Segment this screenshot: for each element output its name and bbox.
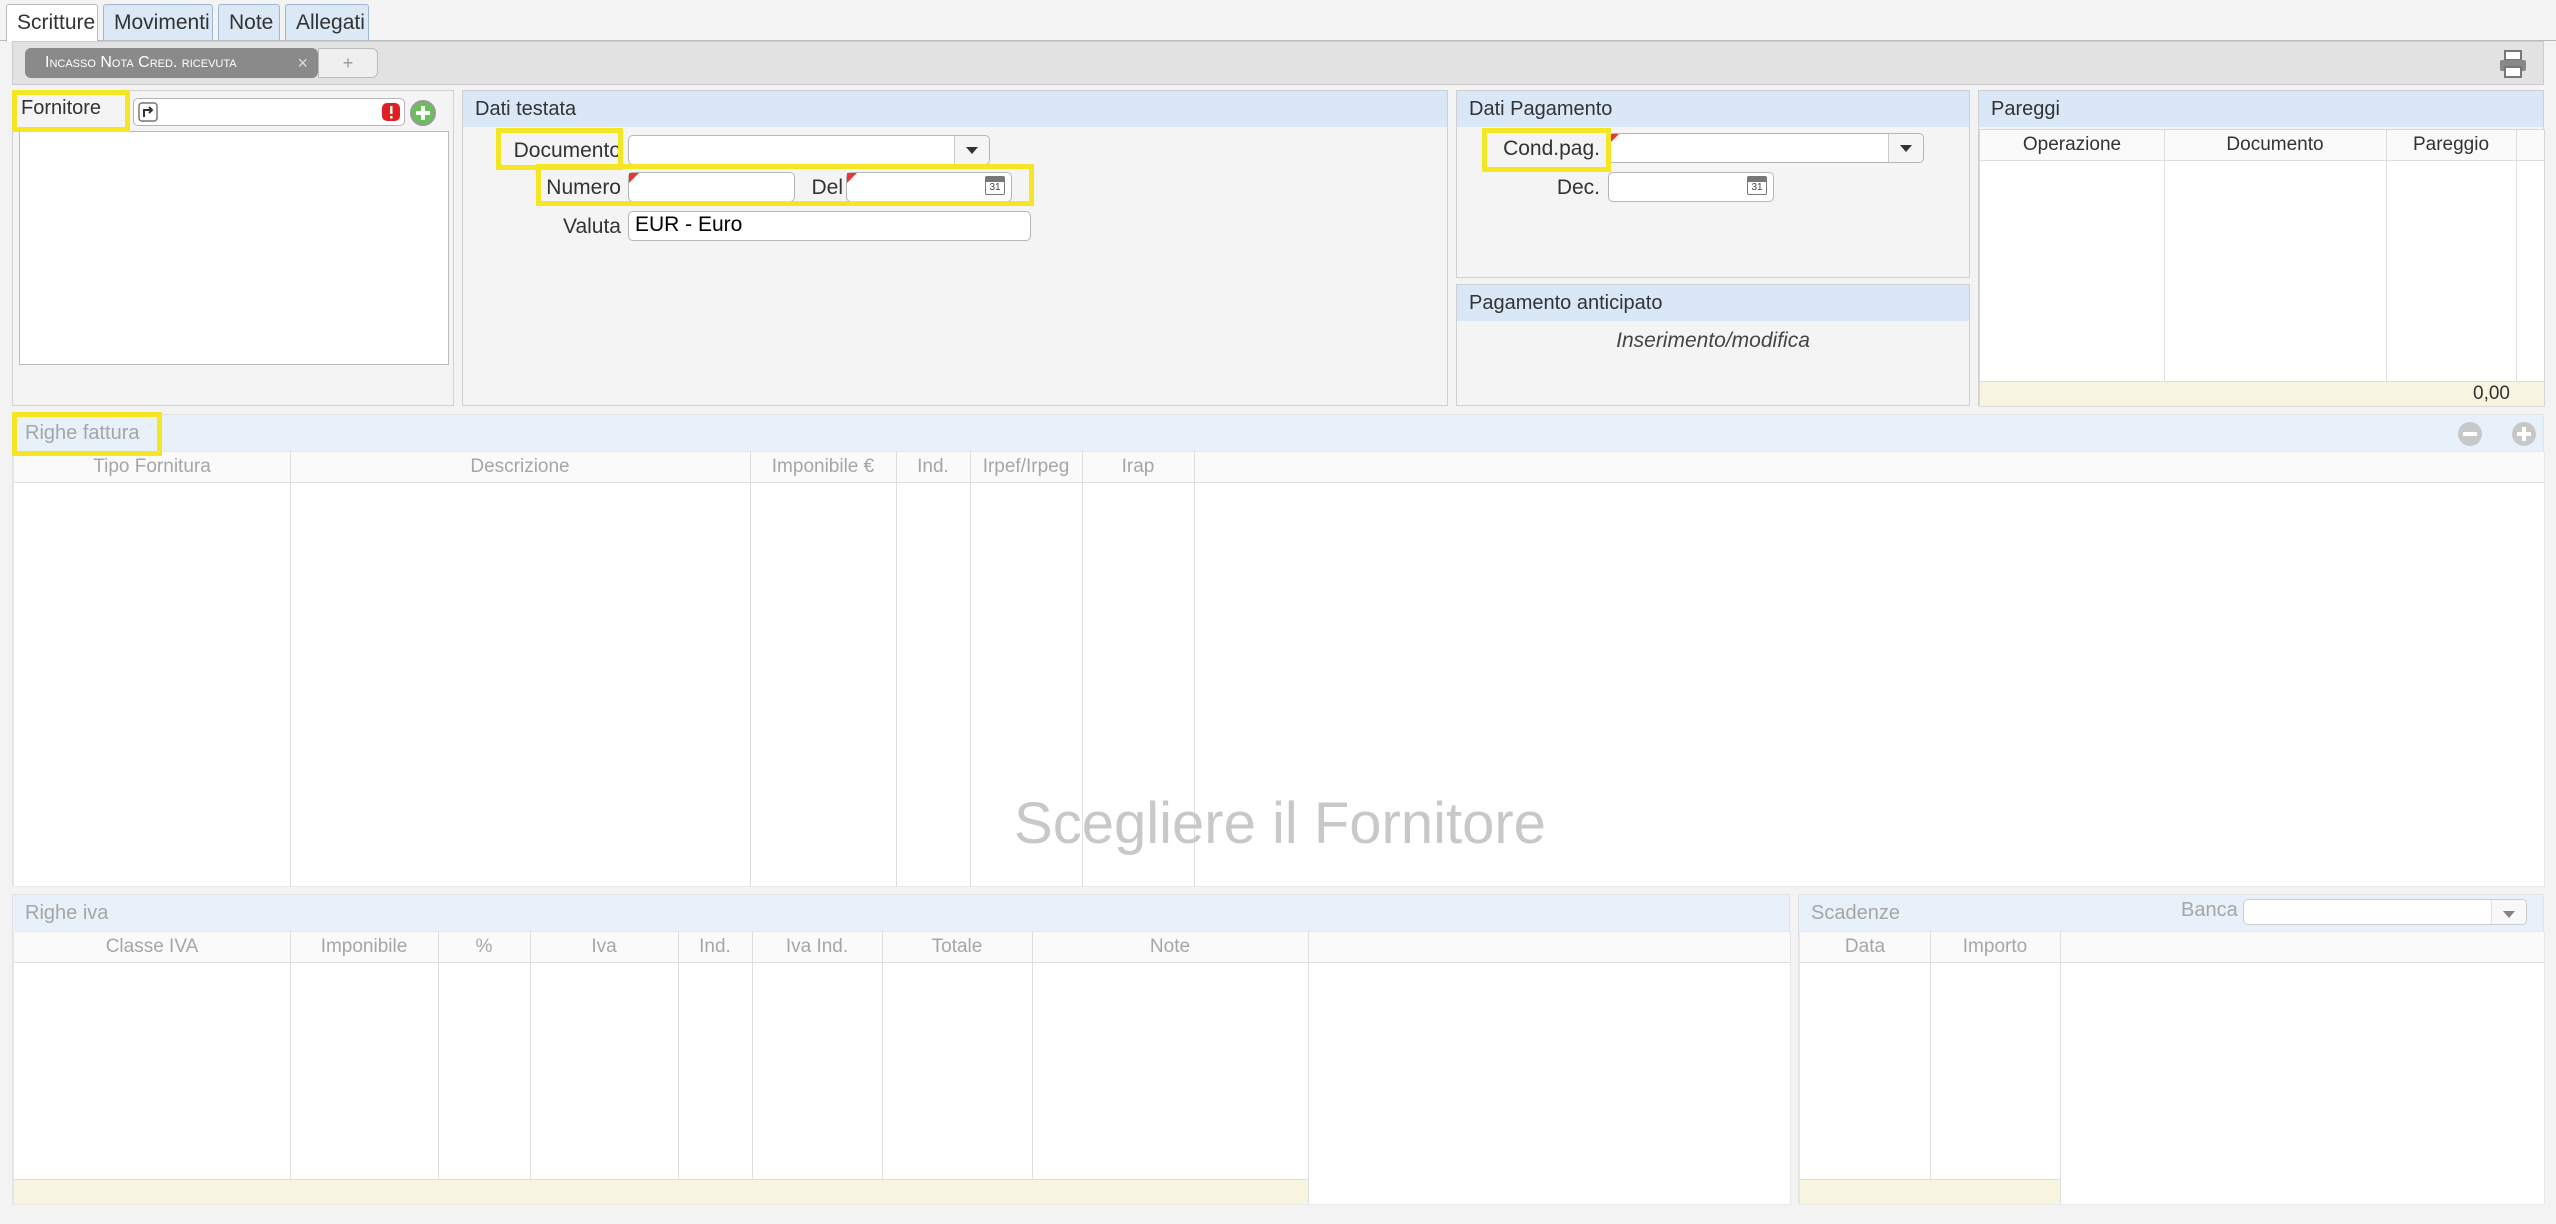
- fornitore-details-box: [19, 131, 449, 365]
- col-divider: [2164, 130, 2165, 382]
- righe-iva-footer: [14, 1179, 1308, 1204]
- col-irpef-irpeg: Irpef/Irpeg: [982, 456, 1070, 477]
- col-documento: Documento: [2226, 134, 2324, 155]
- col-divider: [1930, 932, 1931, 1204]
- righe-iva-title: Righe iva: [13, 895, 1789, 931]
- dec-label: Dec.: [1556, 176, 1600, 199]
- doc-type-label: Incasso Nota Cred. ricevuta: [45, 54, 237, 71]
- col-divider: [2060, 932, 2061, 1204]
- lookup-icon[interactable]: [137, 101, 159, 123]
- col-imponibile: Imponibile: [320, 936, 408, 957]
- col-divider: [678, 932, 679, 1204]
- col-iva: Iva: [591, 936, 617, 957]
- error-icon: [382, 103, 400, 121]
- banca-label: Banca: [2181, 899, 2238, 921]
- inserimento-modifica-link[interactable]: Inserimento/modifica: [1457, 329, 1969, 353]
- scadenze-grid: Data Importo: [1799, 931, 2545, 1205]
- highlight-fornitore: [12, 90, 130, 132]
- chevron-down-icon[interactable]: [1888, 134, 1923, 162]
- col-divider: [290, 932, 291, 1204]
- righe-iva-grid: Classe IVA Imponibile % Iva Ind. Iva Ind…: [13, 931, 1791, 1205]
- pareggi-title: Pareggi: [1979, 91, 2543, 127]
- calendar-icon[interactable]: 31: [1747, 176, 1767, 195]
- remove-row-icon[interactable]: [2457, 421, 2483, 447]
- tab-movimenti[interactable]: Movimenti: [103, 4, 213, 40]
- printer-icon[interactable]: [2497, 48, 2529, 80]
- valuta-label: Valuta: [563, 215, 621, 238]
- scadenze-panel: Scadenze Banca Data Importo: [1798, 894, 2545, 1205]
- pagamento-anticipato-panel: Pagamento anticipato Inserimento/modific…: [1456, 284, 1970, 406]
- tab-allegati[interactable]: Allegati: [285, 4, 369, 40]
- col-tipo-fornitura: Tipo Fornitura: [93, 456, 211, 477]
- cond-pag-select[interactable]: [1608, 133, 1924, 163]
- col-divider: [530, 932, 531, 1204]
- col-ind: Ind.: [699, 936, 731, 957]
- doc-type-tab[interactable]: Incasso Nota Cred. ricevuta ×: [25, 48, 318, 78]
- dec-date-input[interactable]: 31: [1608, 172, 1774, 202]
- pareggi-grid: Operazione Documento Pareggio 0,00: [1979, 129, 2545, 407]
- righe-fattura-panel: Righe fattura Tipo Fornitura Descrizione…: [12, 414, 2545, 887]
- col-classe-iva: Classe IVA: [105, 936, 199, 957]
- col-divider: [1032, 932, 1033, 1204]
- col-ind: Ind.: [917, 456, 949, 477]
- col-iva-ind: Iva Ind.: [785, 936, 849, 957]
- empty-placeholder: Scegliere il Fornitore: [1014, 791, 1546, 856]
- pareggi-panel: Pareggi Operazione Documento Pareggio 0,…: [1978, 90, 2545, 407]
- col-descrizione: Descrizione: [470, 456, 570, 477]
- document-toolbar: Incasso Nota Cred. ricevuta × +: [12, 41, 2544, 85]
- highlight-righe-fattura: [12, 412, 162, 456]
- fornitore-panel: Fornitore: [12, 90, 454, 406]
- col-irap: Irap: [1121, 456, 1155, 477]
- documento-select[interactable]: [628, 135, 990, 165]
- col-divider: [882, 932, 883, 1204]
- highlight-numero-del: [536, 164, 1034, 206]
- col-divider: [752, 932, 753, 1204]
- col-divider: [2516, 130, 2517, 406]
- banca-select[interactable]: [2243, 899, 2527, 925]
- dati-testata-title: Dati testata: [463, 91, 1447, 127]
- dati-pagamento-title: Dati Pagamento: [1457, 91, 1969, 127]
- righe-fattura-title: Righe fattura: [13, 415, 2543, 451]
- chevron-down-icon[interactable]: [954, 136, 989, 164]
- col-divider: [2386, 130, 2387, 382]
- col-divider: [1308, 932, 1309, 1204]
- col-percent: %: [475, 936, 493, 957]
- col-imponibile: Imponibile €: [771, 456, 875, 477]
- close-icon[interactable]: ×: [297, 48, 308, 78]
- col-importo: Importo: [1962, 936, 2028, 957]
- righe-iva-panel: Righe iva Classe IVA Imponibile % Iva In…: [12, 894, 1791, 1205]
- tab-note[interactable]: Note: [218, 4, 280, 40]
- col-pareggio: Pareggio: [2412, 134, 2490, 155]
- add-row-icon[interactable]: [2511, 421, 2537, 447]
- col-data: Data: [1844, 936, 1886, 957]
- pareggi-footer: 0,00: [1980, 381, 2544, 406]
- add-fornitore-icon[interactable]: [409, 99, 437, 127]
- tab-scritture[interactable]: Scritture: [6, 4, 98, 42]
- col-divider: [438, 932, 439, 1204]
- valuta-input[interactable]: EUR - Euro: [628, 211, 1031, 241]
- col-totale: Totale: [931, 936, 983, 957]
- pagamento-anticipato-title: Pagamento anticipato: [1457, 285, 1969, 321]
- scadenze-footer: [1800, 1179, 2060, 1204]
- fornitore-input[interactable]: [133, 98, 405, 126]
- add-doc-button[interactable]: +: [318, 48, 378, 78]
- chevron-down-icon[interactable]: [2491, 900, 2526, 924]
- righe-fattura-grid: Tipo Fornitura Descrizione Imponibile € …: [13, 451, 2545, 887]
- col-operazione: Operazione: [2022, 134, 2122, 155]
- highlight-cond-pag: [1482, 128, 1611, 172]
- pareggi-total: 0,00: [2473, 383, 2510, 404]
- dati-pagamento-panel: Dati Pagamento Cond.pag. Dec. 31: [1456, 90, 1970, 278]
- col-note: Note: [1149, 936, 1191, 957]
